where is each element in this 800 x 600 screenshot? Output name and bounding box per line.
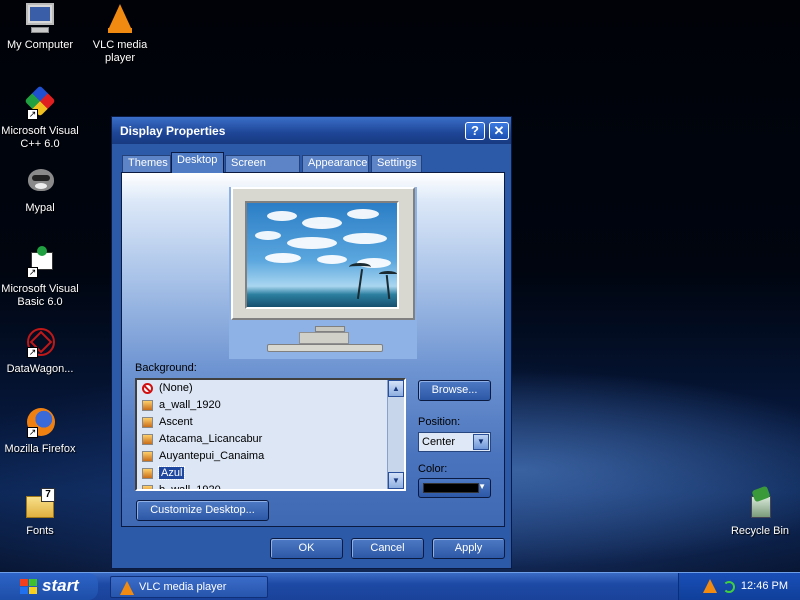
- list-item[interactable]: Auyantepui_Canaima: [137, 448, 404, 465]
- image-file-icon: [142, 485, 153, 489]
- color-swatch: [423, 483, 479, 493]
- desktop-tab-panel: Background: (None) a_wall_1920 Ascent At…: [121, 172, 505, 527]
- desktop-icon-firefox[interactable]: ↗ Mozilla Firefox: [0, 406, 80, 456]
- image-file-icon: [142, 417, 153, 428]
- start-label: start: [42, 576, 79, 595]
- desktop-icon-label: Mypal: [25, 202, 55, 214]
- desktop-icon-label: Mozilla Firefox: [4, 443, 76, 455]
- customize-desktop-button[interactable]: Customize Desktop...: [136, 500, 269, 521]
- list-scrollbar[interactable]: ▲ ▼: [387, 380, 404, 489]
- datawagon-icon: ↗: [23, 326, 57, 360]
- apply-button[interactable]: Apply: [432, 538, 505, 559]
- start-button[interactable]: start: [0, 573, 98, 600]
- desktop-icon-label: Fonts: [26, 525, 54, 537]
- desktop-icon-label: Recycle Bin: [730, 525, 790, 537]
- desktop-icon-label: DataWagon...: [6, 363, 74, 375]
- browse-button[interactable]: Browse...: [418, 380, 491, 401]
- windows-logo-icon: [20, 579, 37, 594]
- desktop-icon-recycle-bin[interactable]: Recycle Bin: [720, 485, 800, 538]
- monitor-stand: [299, 332, 349, 344]
- desktop-icon-fonts[interactable]: 7 Fonts: [0, 488, 80, 538]
- color-label: Color:: [418, 463, 448, 475]
- tab-settings[interactable]: Settings: [371, 155, 422, 172]
- clock[interactable]: 12:46 PM: [741, 580, 788, 592]
- vlc-tray-icon[interactable]: [703, 579, 717, 593]
- desktop-icon-datawagon[interactable]: ↗ DataWagon...: [0, 326, 80, 376]
- list-item[interactable]: Ascent: [137, 414, 404, 431]
- color-picker-button[interactable]: ▼: [418, 478, 491, 498]
- position-select[interactable]: Center ▼: [418, 432, 491, 452]
- chevron-down-icon[interactable]: ▼: [473, 434, 489, 450]
- list-item[interactable]: a_wall_1920: [137, 397, 404, 414]
- no-image-icon: [142, 383, 153, 394]
- computer-icon: [23, 2, 57, 36]
- scroll-down-button[interactable]: ▼: [388, 472, 404, 489]
- taskbar-item-vlc[interactable]: VLC media player: [110, 576, 268, 598]
- monitor-frame: [231, 187, 415, 320]
- image-file-icon: [142, 451, 153, 462]
- list-item-selected[interactable]: Azul: [137, 465, 404, 482]
- tab-themes[interactable]: Themes: [122, 155, 171, 172]
- desktop-icon-visual-cpp[interactable]: ↗ Microsoft Visual C++ 6.0: [0, 85, 80, 151]
- monitor-preview: [229, 187, 417, 359]
- desktop-icon-vlc[interactable]: VLC media player: [80, 2, 160, 65]
- position-label: Position:: [418, 416, 461, 428]
- scroll-up-button[interactable]: ▲: [388, 380, 404, 397]
- display-properties-dialog: Display Properties ? ✕ Themes Desktop Sc…: [111, 116, 512, 569]
- tab-screen-saver[interactable]: Screen Saver: [225, 155, 300, 184]
- visual-cpp-icon: ↗: [23, 85, 57, 122]
- system-tray: 12:46 PM: [678, 573, 800, 600]
- cancel-button[interactable]: Cancel: [351, 538, 424, 559]
- dialog-title: Display Properties: [120, 124, 226, 138]
- image-file-icon: [142, 400, 153, 411]
- image-file-icon: [142, 468, 153, 479]
- image-file-icon: [142, 434, 153, 445]
- firefox-icon: ↗: [23, 406, 57, 440]
- desktop-icon-my-computer[interactable]: My Computer: [0, 2, 80, 52]
- chevron-down-icon: ▼: [478, 482, 486, 491]
- visual-basic-icon: ↗: [23, 246, 57, 280]
- recycle-bin-icon: [743, 485, 777, 522]
- tab-desktop[interactable]: Desktop: [171, 152, 224, 173]
- close-button[interactable]: ✕: [489, 122, 509, 140]
- vlc-icon: [120, 581, 134, 595]
- list-item[interactable]: (None): [137, 380, 404, 397]
- list-item[interactable]: Atacama_Licancabur: [137, 431, 404, 448]
- ok-button[interactable]: OK: [270, 538, 343, 559]
- desktop-icon-label: VLC media player: [92, 39, 148, 64]
- desktop-icon-label: Microsoft Visual Basic 6.0: [1, 283, 79, 308]
- desktop-icon-label: Microsoft Visual C++ 6.0: [1, 125, 79, 150]
- desktop-icon-visual-basic[interactable]: ↗ Microsoft Visual Basic 6.0: [0, 246, 80, 309]
- title-bar[interactable]: Display Properties ? ✕: [112, 117, 511, 144]
- monitor-base: [267, 344, 383, 352]
- wallpaper-preview: [245, 201, 399, 309]
- position-value: Center: [422, 436, 456, 448]
- tab-appearance[interactable]: Appearance: [302, 155, 369, 172]
- list-item[interactable]: b_wall_1920: [137, 482, 404, 489]
- background-label: Background:: [135, 362, 197, 374]
- taskbar: start VLC media player 12:46 PM: [0, 572, 800, 600]
- taskbar-item-label: VLC media player: [139, 581, 227, 593]
- help-button[interactable]: ?: [465, 122, 485, 140]
- background-list[interactable]: (None) a_wall_1920 Ascent Atacama_Licanc…: [135, 378, 406, 491]
- vlc-icon: [103, 2, 137, 36]
- network-icon[interactable]: [723, 581, 735, 593]
- fonts-folder-icon: 7: [23, 488, 57, 522]
- mypal-icon: [23, 165, 57, 199]
- desktop-icon-mypal[interactable]: Mypal: [0, 165, 80, 215]
- desktop-icon-label: My Computer: [6, 39, 74, 51]
